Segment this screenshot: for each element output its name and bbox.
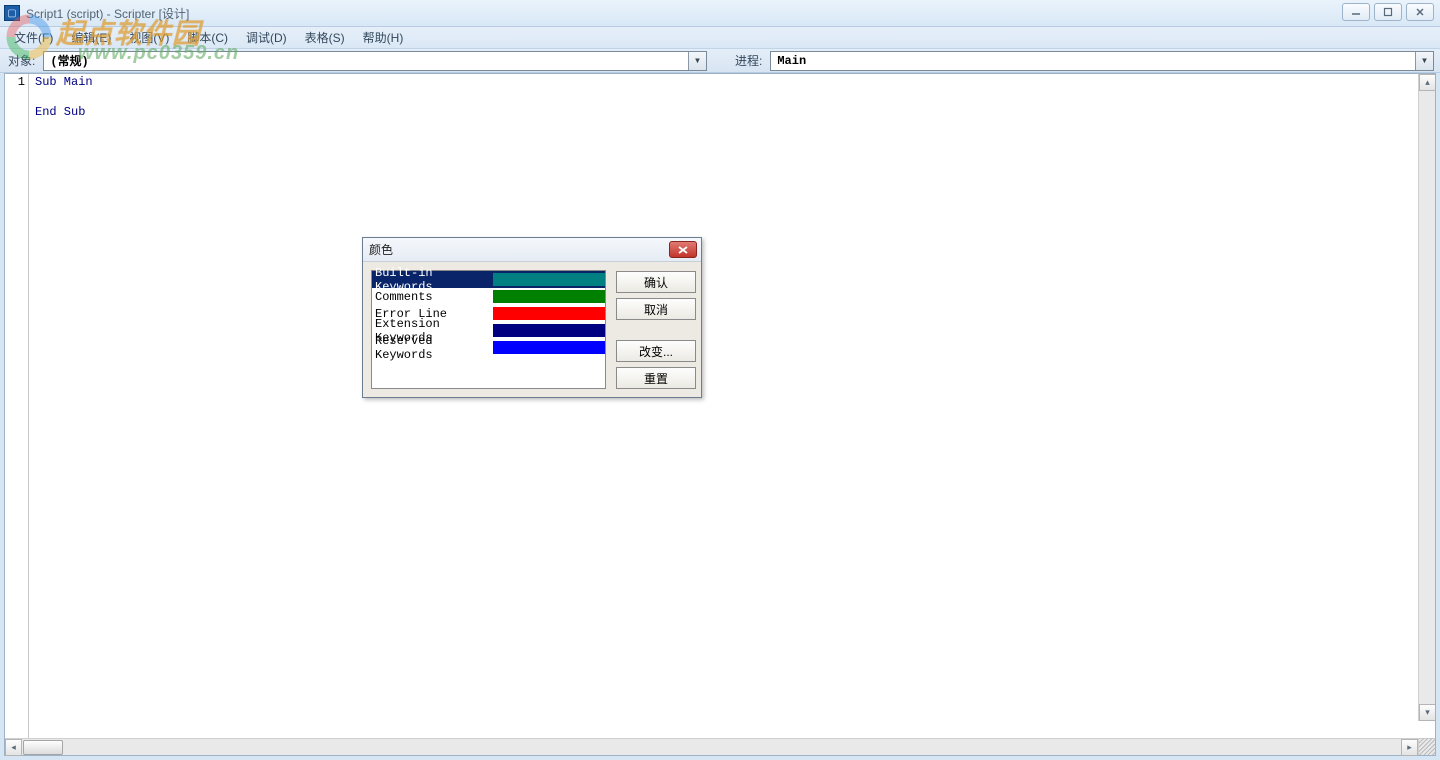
- maximize-button[interactable]: [1374, 3, 1402, 21]
- line-number: 1: [5, 75, 28, 90]
- code-line: [35, 90, 1429, 105]
- window-controls: [1342, 3, 1434, 21]
- menu-debug[interactable]: 调试(D): [238, 27, 295, 48]
- menu-edit[interactable]: 编辑(E): [63, 27, 119, 48]
- line-gutter: 1: [5, 74, 29, 738]
- resize-grip-icon[interactable]: [1418, 738, 1435, 755]
- dialog-close-button[interactable]: [669, 241, 697, 258]
- color-row[interactable]: Comments: [372, 288, 605, 305]
- color-swatch: [493, 341, 605, 354]
- scroll-up-icon[interactable]: ▴: [1419, 74, 1435, 91]
- proc-label: 进程:: [733, 52, 764, 69]
- color-swatch: [493, 273, 605, 286]
- window-title: Script1 (script) - Scripter [设计]: [26, 5, 189, 22]
- proc-combo-value: Main: [771, 54, 1415, 68]
- scroll-left-icon[interactable]: ◂: [5, 739, 22, 756]
- chevron-down-icon: ▾: [688, 52, 706, 70]
- color-dialog: 颜色 Built-in KeywordsCommentsError LineEx…: [362, 237, 702, 398]
- color-name: Comments: [375, 290, 493, 304]
- app-icon: ▢: [4, 5, 20, 21]
- dialog-title: 颜色: [369, 241, 393, 258]
- title-bar: ▢ Script1 (script) - Scripter [设计]: [0, 0, 1440, 27]
- vertical-scrollbar[interactable]: ▴ ▾: [1418, 74, 1435, 721]
- color-list[interactable]: Built-in KeywordsCommentsError LineExten…: [371, 270, 606, 389]
- color-name: Reserved Keywords: [375, 334, 493, 362]
- menu-help[interactable]: 帮助(H): [355, 27, 412, 48]
- menu-table[interactable]: 表格(S): [297, 27, 353, 48]
- menu-file[interactable]: 文件(F): [6, 27, 61, 48]
- dialog-buttons: 确认 取消 改变... 重置: [616, 270, 696, 389]
- scroll-right-icon[interactable]: ▸: [1401, 739, 1418, 756]
- proc-combo[interactable]: Main ▾: [770, 51, 1434, 71]
- scroll-down-icon[interactable]: ▾: [1419, 704, 1435, 721]
- color-row[interactable]: Built-in Keywords: [372, 271, 605, 288]
- horizontal-scrollbar[interactable]: ◂ ▸: [5, 738, 1435, 755]
- object-proc-bar: 对象: (常规) ▾ 进程: Main ▾: [0, 49, 1440, 73]
- object-combo-value: (常规): [44, 52, 688, 69]
- object-combo[interactable]: (常规) ▾: [43, 51, 707, 71]
- ok-button[interactable]: 确认: [616, 271, 696, 293]
- color-swatch: [493, 307, 605, 320]
- menu-view[interactable]: 视图(V): [121, 27, 177, 48]
- code-area[interactable]: Sub Main End Sub: [29, 74, 1435, 738]
- color-row[interactable]: Reserved Keywords: [372, 339, 605, 356]
- code-line: End Sub: [35, 105, 1429, 120]
- color-swatch: [493, 324, 605, 337]
- close-button[interactable]: [1406, 3, 1434, 21]
- menu-bar: 文件(F) 编辑(E) 视图(V) 脚本(C) 调试(D) 表格(S) 帮助(H…: [0, 27, 1440, 49]
- color-swatch: [493, 290, 605, 303]
- change-button[interactable]: 改变...: [616, 340, 696, 362]
- chevron-down-icon: ▾: [1415, 52, 1433, 70]
- cancel-button[interactable]: 取消: [616, 298, 696, 320]
- reset-button[interactable]: 重置: [616, 367, 696, 389]
- scroll-thumb[interactable]: [23, 740, 63, 755]
- object-label: 对象:: [6, 52, 37, 69]
- minimize-button[interactable]: [1342, 3, 1370, 21]
- dialog-title-bar[interactable]: 颜色: [363, 238, 701, 262]
- menu-script[interactable]: 脚本(C): [179, 27, 236, 48]
- code-line: Sub Main: [35, 75, 1429, 90]
- editor-pane: 1 Sub Main End Sub ▴ ▾ ◂ ▸: [4, 73, 1436, 756]
